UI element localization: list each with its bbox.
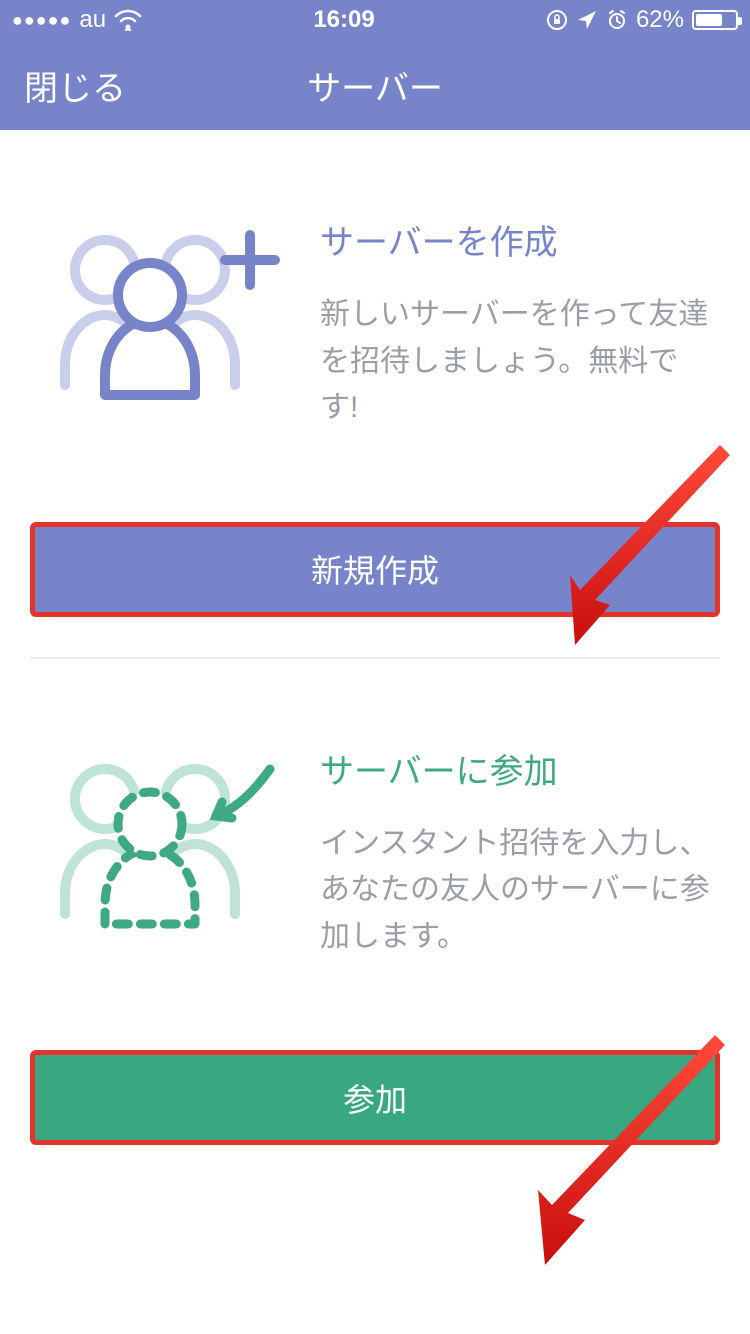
join-server-desc: インスタント招待を入力し、あなたの友人のサーバーに参加します。 (320, 821, 710, 961)
join-server-title: サーバーに参加 (320, 744, 710, 793)
join-server-button[interactable]: 参加 (30, 1050, 720, 1145)
alarm-icon (606, 9, 628, 31)
create-server-title: サーバーを作成 (320, 215, 710, 264)
location-icon (576, 9, 598, 31)
carrier-label: au (79, 6, 106, 34)
lock-rotation-icon (546, 9, 568, 31)
join-server-section: サーバーに参加 インスタント招待を入力し、あなたの友人のサーバーに参加します。 (0, 659, 750, 1006)
join-server-button-label: 参加 (343, 1075, 407, 1121)
create-server-desc: 新しいサーバーを作って友達を招待しましょう。無料です! (320, 292, 710, 432)
wifi-icon (114, 9, 142, 31)
status-time: 16:09 (313, 6, 374, 34)
close-button[interactable]: 閉じる (24, 61, 126, 110)
create-server-section: サーバーを作成 新しいサーバーを作って友達を招待しましょう。無料です! (0, 130, 750, 477)
signal-dots-icon: ●●●●● (12, 10, 71, 31)
status-right: 62% (546, 6, 738, 34)
create-server-button-label: 新規作成 (311, 546, 439, 592)
nav-header: 閉じる サーバー (0, 40, 750, 130)
status-bar: ●●●●● au 16:09 62% (0, 0, 750, 40)
join-server-people-arrow-icon (40, 744, 290, 934)
battery-percent: 62% (636, 6, 684, 34)
create-server-people-plus-icon (40, 215, 290, 405)
create-server-button[interactable]: 新規作成 (30, 522, 720, 617)
status-left: ●●●●● au (12, 6, 142, 34)
battery-icon (692, 10, 738, 30)
